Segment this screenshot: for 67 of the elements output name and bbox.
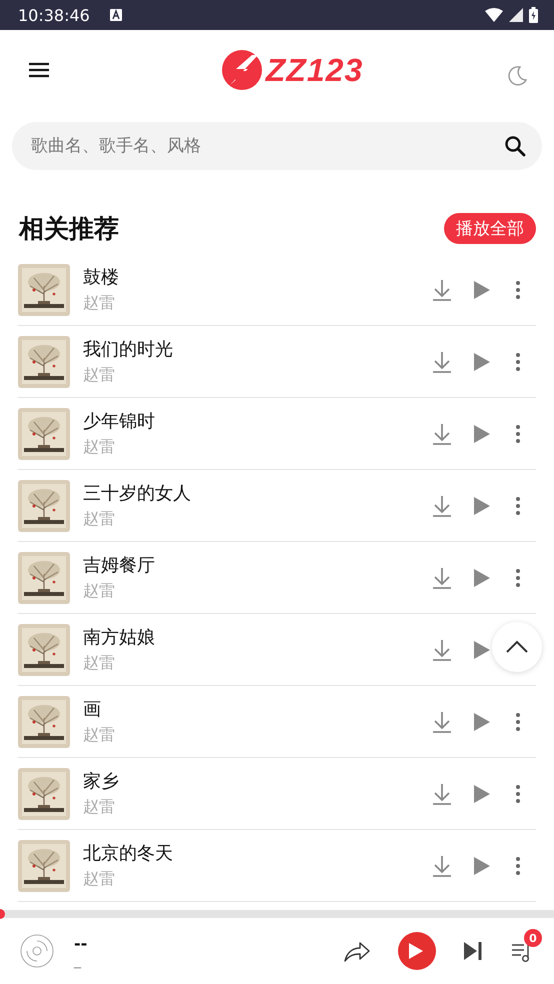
artist-name: 赵雷 — [83, 869, 116, 890]
more-icon[interactable] — [516, 784, 520, 802]
download-icon[interactable] — [432, 278, 452, 300]
download-icon[interactable] — [432, 350, 452, 372]
more-icon[interactable] — [516, 352, 520, 370]
track-title: -- — [74, 934, 88, 952]
song-title: 画 — [83, 698, 102, 721]
play-icon[interactable] — [474, 568, 490, 586]
play-icon[interactable] — [474, 640, 490, 658]
track-artist: _ — [74, 952, 82, 968]
play-icon[interactable] — [474, 424, 490, 442]
clock: 10:38:46 — [18, 6, 90, 24]
artist-name: 赵雷 — [83, 365, 116, 386]
play-icon[interactable] — [474, 496, 490, 514]
artist-name: 赵雷 — [83, 293, 116, 314]
artist-name: 赵雷 — [83, 725, 116, 746]
song-title: 北京的冬天 — [83, 842, 174, 865]
more-icon[interactable] — [516, 856, 520, 874]
more-icon[interactable] — [516, 280, 520, 298]
more-icon[interactable] — [516, 712, 520, 730]
song-title: 南方姑娘 — [83, 626, 156, 649]
artist-name: 赵雷 — [83, 437, 116, 458]
download-icon[interactable] — [432, 710, 452, 732]
artist-name: 赵雷 — [83, 509, 116, 530]
moon-icon[interactable] — [506, 65, 528, 87]
download-icon[interactable] — [432, 494, 452, 516]
song-title: 少年锦时 — [83, 410, 156, 433]
more-icon[interactable] — [516, 424, 520, 442]
logo: ZZ123 — [222, 49, 364, 91]
share-icon[interactable] — [344, 940, 370, 962]
song-title: 家乡 — [83, 770, 120, 793]
artist-name: 赵雷 — [83, 797, 116, 818]
progress-track[interactable] — [0, 910, 554, 918]
play-icon[interactable] — [474, 784, 490, 802]
play-icon[interactable] — [474, 712, 490, 730]
next-icon[interactable] — [464, 942, 482, 960]
more-icon[interactable] — [516, 496, 520, 514]
battery-icon — [529, 7, 538, 23]
artist-name: 赵雷 — [83, 653, 116, 674]
play-icon[interactable] — [474, 280, 490, 298]
signal-icon — [509, 8, 523, 22]
artist-name: 赵雷 — [83, 581, 116, 602]
play-icon — [409, 943, 423, 959]
download-icon[interactable] — [432, 422, 452, 444]
search-icon[interactable] — [504, 135, 526, 157]
download-icon[interactable] — [432, 638, 452, 660]
menu-icon[interactable] — [29, 62, 49, 78]
play-icon[interactable] — [474, 352, 490, 370]
section-title: 相关推荐 — [19, 212, 119, 244]
download-icon[interactable] — [432, 782, 452, 804]
download-icon[interactable] — [432, 566, 452, 588]
search-field[interactable]: 歌曲名、歌手名、风格 — [12, 122, 542, 170]
song-title: 三十岁的女人 — [83, 482, 192, 505]
more-icon[interactable] — [516, 568, 520, 586]
song-title: 我们的时光 — [83, 338, 174, 361]
song-title: 吉姆餐厅 — [83, 554, 156, 577]
play-icon[interactable] — [474, 856, 490, 874]
song-title: 鼓楼 — [83, 266, 120, 289]
download-icon[interactable] — [432, 854, 452, 876]
queue-count-badge: 0 — [524, 929, 542, 947]
chevron-up-icon — [505, 640, 529, 654]
wifi-icon — [485, 8, 503, 22]
play-button[interactable] — [398, 932, 436, 970]
play-all-button[interactable]: 播放全部 — [444, 212, 536, 244]
keyboard-icon — [110, 9, 122, 21]
disc-icon — [20, 934, 54, 968]
scroll-to-top-button[interactable] — [492, 622, 542, 672]
